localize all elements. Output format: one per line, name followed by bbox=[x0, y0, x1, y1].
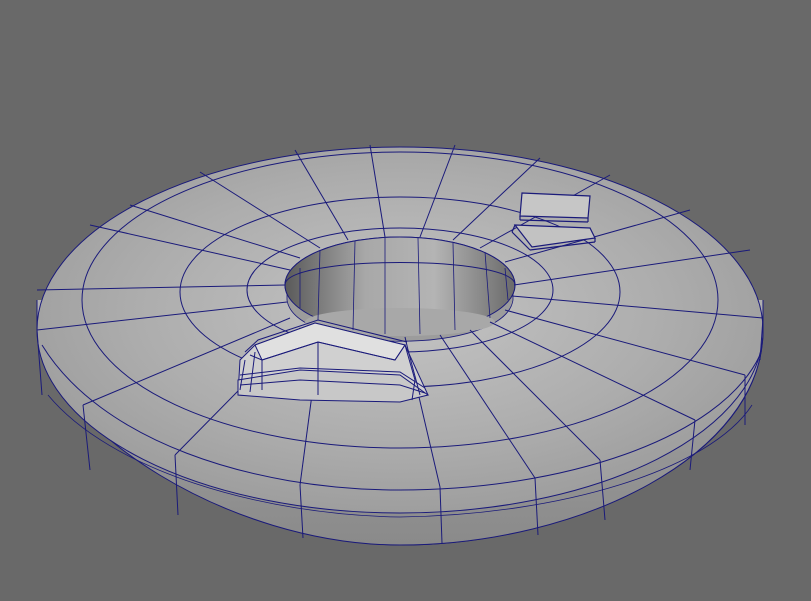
scene-svg[interactable] bbox=[0, 0, 811, 601]
viewport-3d[interactable] bbox=[0, 0, 811, 601]
